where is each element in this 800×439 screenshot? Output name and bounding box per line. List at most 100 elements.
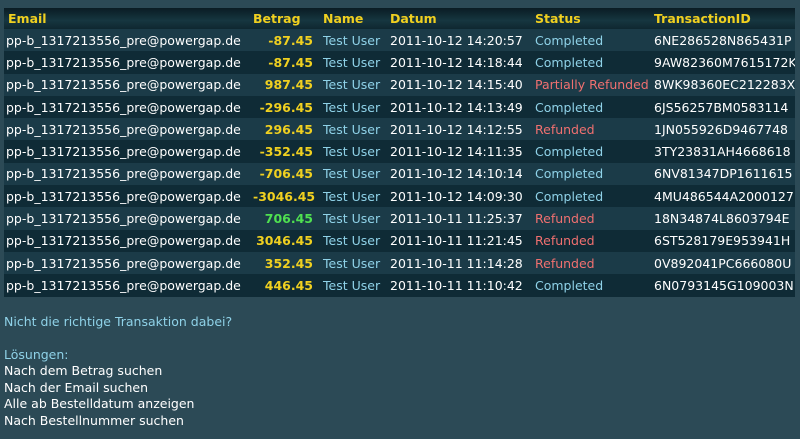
date-cell: 2011-10-12 14:15:40 <box>390 77 523 93</box>
table-row[interactable]: pp-b_1317213556_pre@powergap.de -87.45 Tes… <box>4 51 795 74</box>
transaction-id-cell: 8WK98360EC212283X <box>654 77 795 93</box>
name-cell: Test User <box>323 188 381 204</box>
status-cell: Refunded <box>535 121 595 137</box>
email-cell: pp-b_1317213556_pre@powergap.de <box>6 77 241 93</box>
email-cell: pp-b_1317213556_pre@powergap.de <box>6 144 241 160</box>
status-cell: Completed <box>535 99 604 115</box>
name-cell: Test User <box>323 211 381 227</box>
column-header-amount[interactable]: Betrag <box>249 8 319 29</box>
table-row[interactable]: pp-b_1317213556_pre@powergap.de -706.45 Te… <box>4 162 795 186</box>
date-cell: 2011-10-12 14:10:14 <box>390 166 523 182</box>
transaction-id-cell: 4MU486544A2000127 <box>654 188 794 204</box>
show-all-from-order-date-link[interactable]: Alle ab Bestelldatum anzeigen <box>4 396 232 413</box>
column-header-name[interactable]: Name <box>319 8 386 29</box>
search-by-email-link[interactable]: Nach der Email suchen <box>4 380 232 397</box>
transaction-id-cell: 9AW82360M7615172K <box>654 54 795 70</box>
column-header-date[interactable]: Datum <box>386 8 531 29</box>
transaction-id-cell: 3TY23831AH4668618 <box>654 144 791 160</box>
amount-cell: -87.45 <box>268 32 313 48</box>
status-cell: Refunded <box>535 233 595 249</box>
amount-cell: 706.45 <box>264 211 313 227</box>
amount-cell: -706.45 <box>259 166 313 182</box>
date-cell: 2011-10-12 14:11:35 <box>390 144 523 160</box>
date-cell: 2011-10-12 14:20:57 <box>390 32 523 48</box>
date-cell: 2011-10-12 14:13:49 <box>390 99 523 115</box>
column-header-transaction-id[interactable]: TransactionID <box>650 8 795 29</box>
search-by-amount-link[interactable]: Nach dem Betrag suchen <box>4 363 232 380</box>
name-cell: Test User <box>323 166 381 182</box>
column-header-status[interactable]: Status <box>531 8 650 29</box>
transaction-id-cell: 6JS56257BM0583114 <box>654 99 789 115</box>
date-cell: 2011-10-12 14:18:44 <box>390 54 523 70</box>
wrong-transaction-question: Nicht die richtige Transaktion dabei? <box>4 314 233 329</box>
email-cell: pp-b_1317213556_pre@powergap.de <box>6 188 241 204</box>
name-cell: Test User <box>323 233 381 249</box>
email-cell: pp-b_1317213556_pre@powergap.de <box>6 211 241 227</box>
amount-cell: 446.45 <box>264 277 313 293</box>
name-cell: Test User <box>323 255 381 271</box>
amount-cell: 296.45 <box>264 121 313 137</box>
table-row[interactable]: pp-b_1317213556_pre@powergap.de 446.45 Tes… <box>4 274 795 297</box>
amount-cell: 3046.45 <box>256 233 313 249</box>
table-row[interactable]: pp-b_1317213556_pre@powergap.de -352.45 Te… <box>4 140 795 163</box>
name-cell: Test User <box>323 77 381 93</box>
status-cell: Completed <box>535 144 604 160</box>
status-cell: Completed <box>535 277 604 293</box>
table-row[interactable]: pp-b_1317213556_pre@powergap.de -3046.45 T… <box>4 185 795 208</box>
table-row[interactable]: pp-b_1317213556_pre@powergap.de 352.45 Tes… <box>4 251 795 275</box>
help-section: Nicht die richtige Transaktion dabei? Lö… <box>4 314 232 429</box>
transaction-id-cell: 6NE286528N865431P <box>654 32 792 48</box>
amount-cell: 352.45 <box>264 255 313 271</box>
table-row[interactable]: pp-b_1317213556_pre@powergap.de 296.45 Tes… <box>4 118 795 141</box>
email-cell: pp-b_1317213556_pre@powergap.de <box>6 32 241 48</box>
email-cell: pp-b_1317213556_pre@powergap.de <box>6 277 241 293</box>
email-cell: pp-b_1317213556_pre@powergap.de <box>6 166 241 182</box>
table-row[interactable]: pp-b_1317213556_pre@powergap.de 706.45 Tes… <box>4 207 795 230</box>
email-cell: pp-b_1317213556_pre@powergap.de <box>6 121 241 137</box>
date-cell: 2011-10-11 11:14:28 <box>390 255 523 271</box>
table-row[interactable]: pp-b_1317213556_pre@powergap.de -296.45 Te… <box>4 95 795 119</box>
status-cell: Completed <box>535 32 604 48</box>
table-row[interactable]: pp-b_1317213556_pre@powergap.de 3046.45 Te… <box>4 229 795 252</box>
amount-cell: -87.45 <box>268 54 313 70</box>
name-cell: Test User <box>323 277 381 293</box>
date-cell: 2011-10-11 11:21:45 <box>390 233 523 249</box>
email-cell: pp-b_1317213556_pre@powergap.de <box>6 233 241 249</box>
name-cell: Test User <box>323 54 381 70</box>
name-cell: Test User <box>323 99 381 115</box>
transaction-id-cell: 1JN055926D9467748 <box>654 121 789 137</box>
date-cell: 2011-10-12 14:09:30 <box>390 188 523 204</box>
amount-cell: 987.45 <box>264 77 313 93</box>
transaction-id-cell: 6ST528179E953941H <box>654 233 791 249</box>
status-cell: Refunded <box>535 255 595 271</box>
search-by-order-number-link[interactable]: Nach Bestellnummer suchen <box>4 413 232 430</box>
email-cell: pp-b_1317213556_pre@powergap.de <box>6 99 241 115</box>
date-cell: 2011-10-11 11:25:37 <box>390 211 523 227</box>
transaction-id-cell: 6N0793145G109003N <box>654 277 794 293</box>
table-header-row: Email Betrag Name Datum Status Transacti… <box>4 8 795 29</box>
status-cell: Completed <box>535 54 604 70</box>
name-cell: Test User <box>323 32 381 48</box>
email-cell: pp-b_1317213556_pre@powergap.de <box>6 255 241 271</box>
status-cell: Partially Refunded <box>535 77 649 93</box>
status-cell: Completed <box>535 188 604 204</box>
transactions-table: Email Betrag Name Datum Status Transacti… <box>4 8 795 297</box>
amount-cell: -296.45 <box>259 99 313 115</box>
transaction-id-cell: 0V892041PC666080U <box>654 255 792 271</box>
date-cell: 2011-10-11 11:10:42 <box>390 277 523 293</box>
transactions-table-container: Email Betrag Name Datum Status Transacti… <box>4 8 795 297</box>
transaction-id-cell: 6NV81347DP1611615 <box>654 166 793 182</box>
date-cell: 2011-10-12 14:12:55 <box>390 121 523 137</box>
transaction-id-cell: 18N34874L8603794E <box>654 211 790 227</box>
table-row[interactable]: pp-b_1317213556_pre@powergap.de -87.45 Tes… <box>4 29 795 52</box>
name-cell: Test User <box>323 121 381 137</box>
solutions-title: Lösungen: <box>4 346 69 362</box>
email-cell: pp-b_1317213556_pre@powergap.de <box>6 54 241 70</box>
amount-cell: -3046.45 <box>253 188 316 204</box>
table-row[interactable]: pp-b_1317213556_pre@powergap.de 987.45 Tes… <box>4 73 795 96</box>
status-cell: Completed <box>535 166 604 182</box>
name-cell: Test User <box>323 144 381 160</box>
transactions-table-body: pp-b_1317213556_pre@powergap.de -87.45 Tes… <box>4 29 795 297</box>
status-cell: Refunded <box>535 211 595 227</box>
column-header-email[interactable]: Email <box>4 8 249 29</box>
